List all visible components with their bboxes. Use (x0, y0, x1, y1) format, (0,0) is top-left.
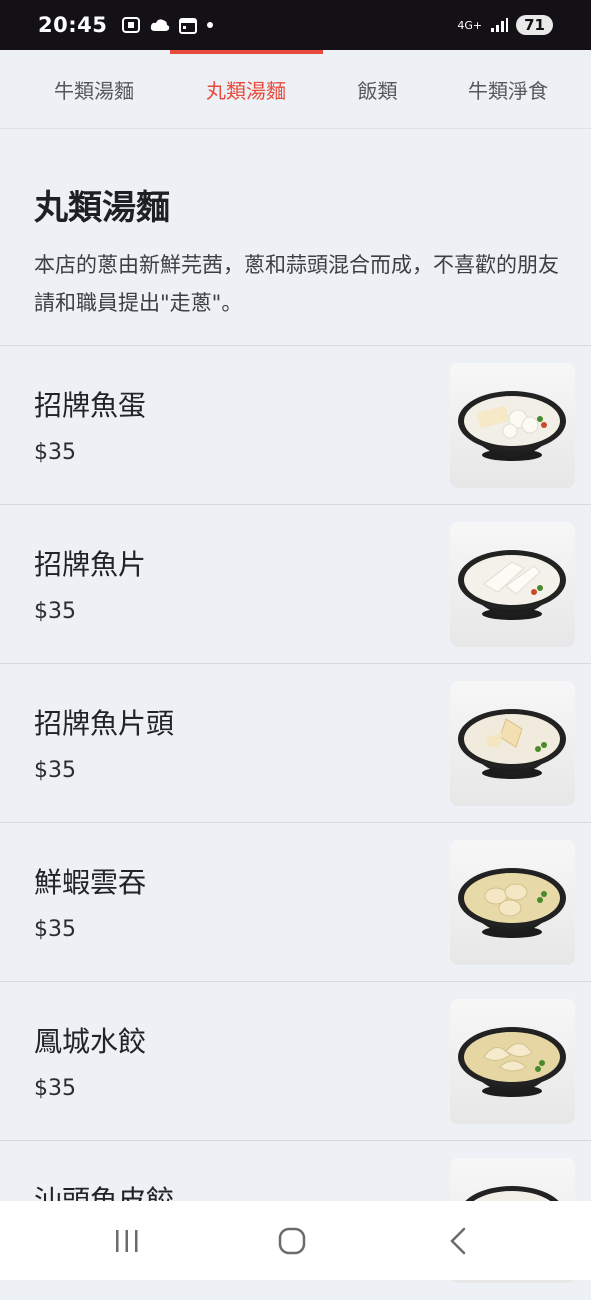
item-price: $35 (34, 917, 76, 942)
item-image (450, 681, 575, 806)
status-right: 4G+ 71 (457, 15, 553, 35)
status-icons (121, 16, 215, 34)
item-image (450, 840, 575, 965)
tab-label: 飯類 (357, 79, 398, 103)
menu-item-fish-slice[interactable]: 招牌魚片 $35 (0, 505, 591, 664)
tab-ball-noodles[interactable]: 丸類湯麵 (182, 50, 310, 129)
noodle-bowl-icon (458, 1027, 566, 1097)
section-header: 丸類湯麵 本店的蔥由新鮮芫茜，蔥和蒜頭混合而成，不喜歡的朋友請和職員提出"走蔥"… (0, 130, 591, 346)
back-icon (450, 1227, 466, 1255)
battery-indicator: 71 (516, 15, 553, 35)
tab-beef-noodles[interactable]: 牛類湯麵 (30, 50, 158, 129)
item-name: 招牌魚蛋 (34, 389, 147, 422)
screenshot-icon (122, 17, 141, 33)
status-bar: 20:45 4G+ 71 (0, 0, 591, 50)
back-button[interactable] (428, 1221, 488, 1261)
menu-item-fish-head[interactable]: 招牌魚片頭 $35 (0, 664, 591, 823)
item-image (450, 522, 575, 647)
section-title: 丸類湯麵 (34, 188, 170, 228)
recent-apps-icon (116, 1230, 138, 1252)
menu-item-dumpling[interactable]: 鳳城水餃 $35 (0, 982, 591, 1141)
item-name: 招牌魚片頭 (34, 707, 175, 740)
tab-beef-plain[interactable]: 牛類淨食 (444, 50, 572, 129)
recent-apps-button[interactable] (97, 1221, 157, 1261)
item-price: $35 (34, 440, 76, 465)
item-name: 鮮蝦雲吞 (34, 866, 147, 899)
signal-icon (491, 18, 509, 32)
tab-rice[interactable]: 飯類 (330, 50, 425, 129)
menu-item-fishball[interactable]: 招牌魚蛋 $35 (0, 346, 591, 505)
item-image (450, 999, 575, 1124)
network-type: 4G+ (457, 18, 483, 32)
home-button[interactable] (262, 1221, 322, 1261)
home-icon (278, 1227, 306, 1255)
tab-label: 牛類湯麵 (54, 79, 134, 103)
item-price: $35 (34, 1076, 76, 1101)
category-tabs: 牛類湯麵 丸類湯麵 飯類 牛類淨食 (0, 50, 591, 129)
item-name: 鳳城水餃 (34, 1025, 147, 1058)
section-description: 本店的蔥由新鮮芫茜，蔥和蒜頭混合而成，不喜歡的朋友請和職員提出"走蔥"。 (34, 253, 559, 315)
cloud-icon (151, 19, 170, 31)
item-image (450, 363, 575, 488)
item-price: $35 (34, 758, 76, 783)
tab-label: 丸類湯麵 (206, 79, 286, 103)
dot-icon (207, 22, 214, 28)
item-price: $35 (34, 599, 76, 624)
tab-label: 牛類淨食 (468, 79, 548, 103)
noodle-bowl-icon (458, 709, 566, 779)
noodle-bowl-icon (458, 391, 566, 461)
menu-item-shrimp-wonton[interactable]: 鮮蝦雲吞 $35 (0, 823, 591, 982)
item-name: 招牌魚片 (34, 548, 147, 581)
calendar-icon (179, 18, 198, 34)
noodle-bowl-icon (458, 550, 566, 620)
system-nav-bar (0, 1201, 591, 1280)
status-time: 20:45 (38, 13, 108, 37)
noodle-bowl-icon (458, 868, 566, 938)
